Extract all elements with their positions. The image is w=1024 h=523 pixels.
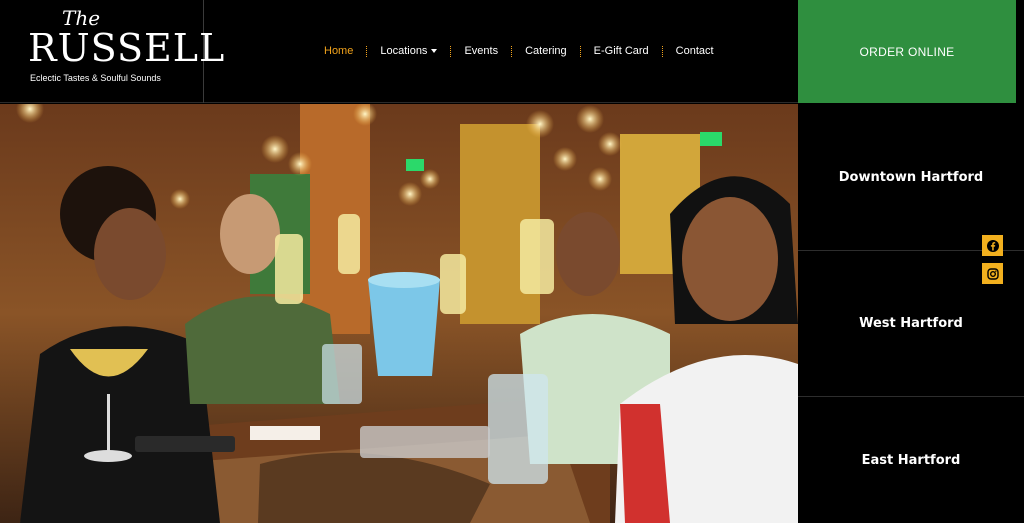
- logo[interactable]: The RUSSELL Eclectic Tastes & Soulful So…: [0, 0, 224, 103]
- nav-separator: [366, 45, 368, 57]
- main-nav: Home Locations Events Catering E-Gift Ca…: [324, 44, 714, 58]
- nav-home[interactable]: Home: [324, 45, 353, 57]
- logo-name: RUSSELL: [28, 26, 226, 70]
- nav-separator: [579, 45, 581, 57]
- nav-separator: [661, 45, 663, 57]
- hero-image: [0, 104, 798, 523]
- facebook-link[interactable]: [982, 235, 1003, 256]
- hero-photo-illustration: [0, 104, 798, 523]
- site-header: The RUSSELL Eclectic Tastes & Soulful So…: [0, 0, 798, 103]
- location-downtown-hartford[interactable]: Downtown Hartford: [798, 104, 1024, 250]
- nav-locations[interactable]: Locations: [380, 45, 438, 57]
- chevron-down-icon: [431, 49, 438, 53]
- facebook-icon: [986, 239, 999, 252]
- location-east-hartford[interactable]: East Hartford: [798, 396, 1024, 523]
- order-online-button[interactable]: ORDER ONLINE: [798, 0, 1016, 103]
- nav-contact[interactable]: Contact: [676, 45, 714, 57]
- locations-panel: Downtown Hartford West Hartford East Har…: [798, 104, 1024, 523]
- instagram-link[interactable]: [982, 263, 1003, 284]
- instagram-icon: [986, 267, 999, 280]
- nav-separator: [450, 45, 452, 57]
- nav-events[interactable]: Events: [464, 45, 498, 57]
- logo-tagline: Eclectic Tastes & Soulful Sounds: [30, 73, 161, 83]
- nav-separator: [511, 45, 513, 57]
- nav-locations-label: Locations: [380, 45, 428, 57]
- nav-egift-card[interactable]: E-Gift Card: [594, 45, 649, 57]
- nav-catering[interactable]: Catering: [525, 45, 567, 57]
